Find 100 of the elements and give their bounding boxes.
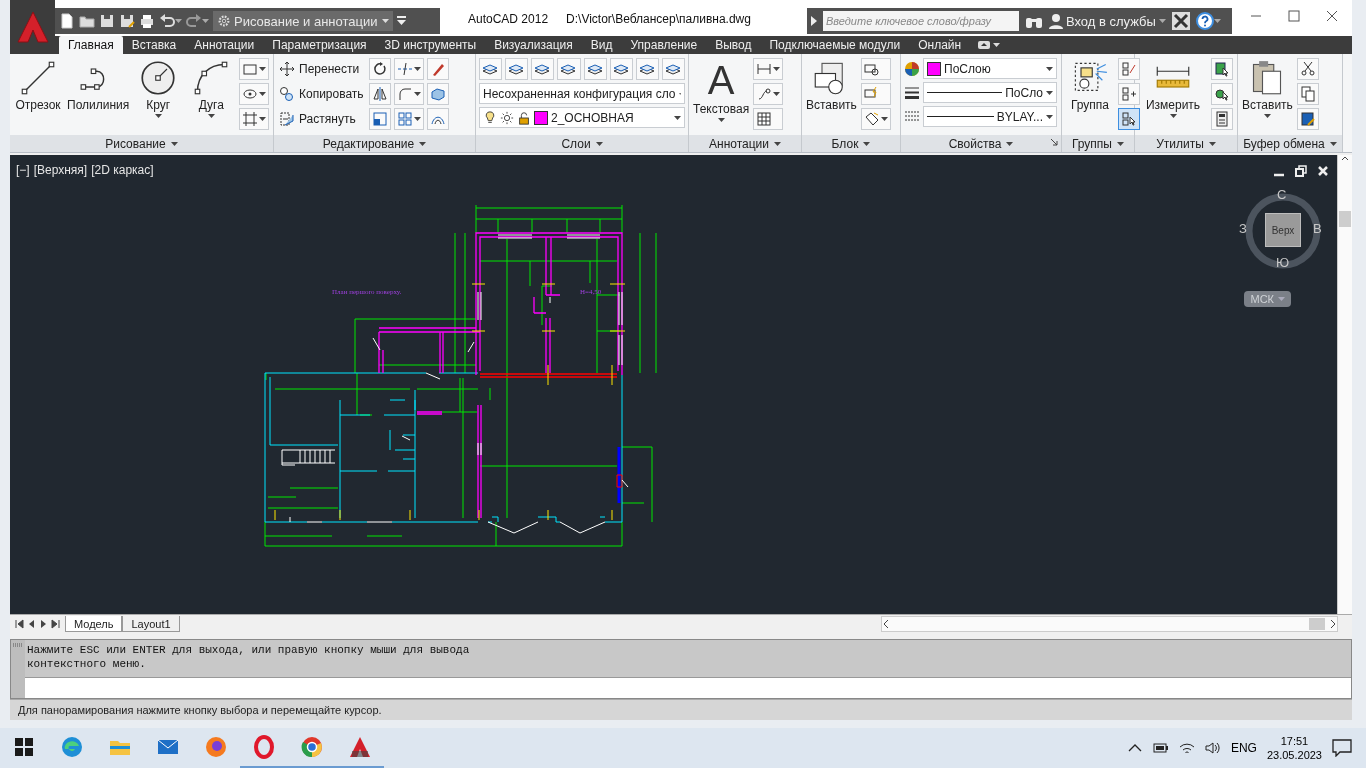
paste-special-button[interactable]: [1296, 108, 1319, 130]
first-page-button[interactable]: [14, 619, 25, 629]
ribbon-button[interactable]: Измерить: [1138, 58, 1208, 120]
compass-south-label[interactable]: Ю: [1276, 255, 1290, 270]
panel-title-button[interactable]: Группы: [1062, 135, 1134, 152]
scrollbar-thumb[interactable]: [1309, 618, 1325, 630]
property-dropdown[interactable]: BYLAY...: [923, 106, 1057, 127]
offset-button[interactable]: [426, 108, 449, 130]
layers-button[interactable]: [635, 58, 659, 80]
folder-button[interactable]: [79, 13, 95, 29]
trim-button[interactable]: [393, 58, 424, 80]
ribbon-button[interactable]: Копировать: [277, 83, 366, 105]
layers-button[interactable]: [583, 58, 607, 80]
ribbon-tab[interactable]: Онлайн: [909, 36, 971, 54]
quick-select-button[interactable]: [1211, 58, 1233, 80]
customize-button[interactable]: [397, 16, 406, 26]
ribbon-button[interactable]: Перенести: [277, 58, 366, 80]
compass-east-label[interactable]: В: [1313, 221, 1322, 236]
panel-title-button[interactable]: Аннотации: [689, 135, 801, 152]
ribbon-button[interactable]: Дуга: [186, 58, 237, 120]
speaker-button[interactable]: [1204, 740, 1221, 756]
ribbon-tab[interactable]: Вид: [581, 36, 622, 54]
viewport-control[interactable]: [−]: [16, 163, 30, 177]
group-add-button[interactable]: [1118, 83, 1140, 105]
ribbon-toggle-button[interactable]: [978, 41, 1001, 49]
layers-button[interactable]: [661, 58, 685, 80]
ribbon-button[interactable]: Растянуть: [277, 108, 366, 130]
rectangle-button[interactable]: [239, 58, 270, 80]
viewcube-face[interactable]: Верх: [1265, 213, 1301, 247]
new-file-button[interactable]: [59, 13, 75, 29]
array-button[interactable]: [393, 108, 424, 130]
layer-state-dropdown[interactable]: Несохраненная конфигурация сло: [479, 83, 685, 104]
box-button[interactable]: [426, 83, 449, 105]
table-button[interactable]: [753, 108, 784, 130]
panel-title-button[interactable]: Блок: [802, 135, 900, 152]
ribbon-tab[interactable]: Параметризация: [263, 36, 376, 54]
viewport-control[interactable]: [Верхняя]: [33, 163, 88, 177]
compass-north-label[interactable]: С: [1277, 187, 1287, 202]
last-page-button[interactable]: [50, 619, 61, 629]
panel-title-button[interactable]: Слои: [476, 135, 688, 152]
viewport-control[interactable]: [2D каркас]: [91, 163, 154, 177]
ribbon-button[interactable]: Группа: [1065, 58, 1115, 114]
sign-in-button[interactable]: Вход в службы: [1048, 13, 1166, 29]
calculator-button[interactable]: [1211, 108, 1233, 130]
ribbon-button[interactable]: Отрезок: [13, 58, 63, 114]
undo-button[interactable]: [159, 13, 182, 29]
ribbon-tab[interactable]: Вставка: [122, 36, 186, 54]
ribbon-tab[interactable]: Визуализация: [485, 36, 582, 54]
layers-button[interactable]: [609, 58, 633, 80]
layout-tab[interactable]: Модель: [65, 616, 123, 632]
ribbon-button[interactable]: Полилиния: [66, 58, 131, 114]
scale-button[interactable]: [368, 108, 391, 130]
ribbon-tab[interactable]: Управление: [621, 36, 707, 54]
workspace-dropdown[interactable]: Рисование и аннотации: [213, 11, 393, 31]
ribbon-button[interactable]: Вставить: [805, 58, 858, 114]
language-button[interactable]: ENG: [1230, 741, 1257, 755]
copy-button[interactable]: [1296, 83, 1319, 105]
rotate-button[interactable]: [368, 58, 391, 80]
panel-title-button[interactable]: Редактирование: [274, 135, 475, 152]
ribbon-tab[interactable]: Аннотации: [185, 36, 264, 54]
panel-title-button[interactable]: Свойства: [901, 135, 1061, 152]
ribbon-button[interactable]: A Текстовая: [692, 58, 751, 124]
notifications-button[interactable]: [1332, 739, 1352, 757]
panel-title-button[interactable]: Буфер обмена: [1238, 135, 1342, 152]
close-button[interactable]: [1326, 10, 1338, 22]
ribbon-tab[interactable]: 3D инструменты: [375, 36, 486, 54]
scissors-button[interactable]: [1296, 58, 1319, 80]
compass-west-label[interactable]: З: [1239, 221, 1247, 236]
printer-button[interactable]: [139, 13, 155, 29]
group-select-button[interactable]: [1118, 108, 1140, 130]
layers-button[interactable]: [531, 58, 555, 80]
ribbon-tab[interactable]: Подключаемые модули: [760, 36, 910, 54]
tag-button[interactable]: [860, 108, 891, 130]
panel-title-button[interactable]: Рисование: [10, 135, 273, 152]
vertical-scrollbar[interactable]: [1337, 155, 1352, 614]
maximize-button[interactable]: [1288, 10, 1300, 22]
redo-button[interactable]: [186, 13, 209, 29]
ribbon-button[interactable]: Круг: [133, 58, 184, 120]
block-button[interactable]: [860, 58, 891, 80]
select-point-button[interactable]: [1211, 83, 1233, 105]
ribbon-tab[interactable]: Вывод: [706, 36, 761, 54]
expand-button[interactable]: [810, 16, 817, 26]
fillet-button[interactable]: [393, 83, 424, 105]
scrollbar-thumb[interactable]: [1339, 211, 1351, 227]
help-button[interactable]: [1195, 12, 1221, 30]
mirror-button[interactable]: [368, 83, 391, 105]
layers-button[interactable]: [479, 58, 503, 80]
frame-button[interactable]: [239, 108, 270, 130]
horizontal-scrollbar[interactable]: [881, 616, 1338, 632]
ribbon-tab[interactable]: Главная: [59, 36, 123, 54]
layers-button[interactable]: [557, 58, 581, 80]
floppy-disk-button[interactable]: [119, 13, 135, 29]
group-edit-button[interactable]: [1118, 58, 1140, 80]
ellipse-button[interactable]: [239, 83, 270, 105]
layers-button[interactable]: [505, 58, 529, 80]
brush-button[interactable]: [426, 58, 449, 80]
battery-button[interactable]: [1152, 740, 1169, 756]
property-dropdown[interactable]: ПоСло: [923, 82, 1057, 103]
panel-title-button[interactable]: Утилиты: [1135, 135, 1237, 152]
layout-tab[interactable]: Layout1: [122, 616, 180, 632]
